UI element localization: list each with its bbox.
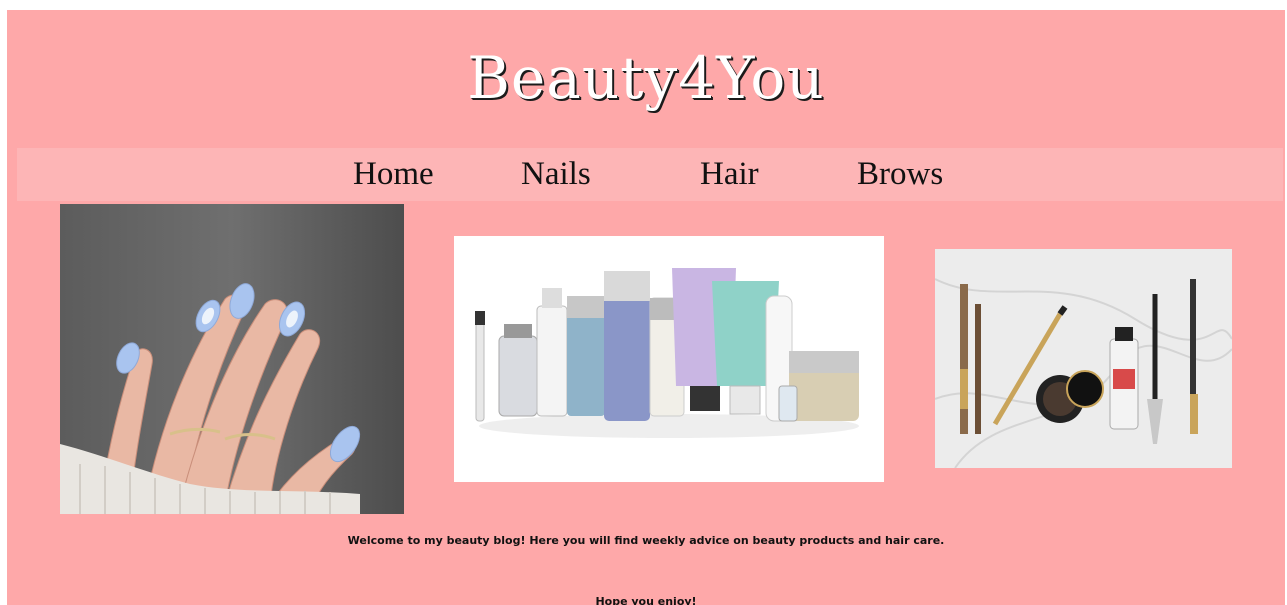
site-title: Beauty4You <box>467 44 825 112</box>
nav-home[interactable]: Home <box>353 156 434 193</box>
page-background: Beauty4You Home Nails Hair Brows Welcome… <box>7 10 1285 605</box>
nav-brows[interactable]: Brows <box>857 156 943 193</box>
nav-nails[interactable]: Nails <box>521 156 591 193</box>
closing-text: Hope you enjoy! <box>595 595 697 605</box>
nails-photo <box>60 204 404 514</box>
nav-bar: Home Nails Hair Brows <box>17 148 1283 201</box>
brow-products-photo <box>935 249 1232 468</box>
nav-hair[interactable]: Hair <box>700 156 759 193</box>
hair-products-photo <box>454 236 884 482</box>
welcome-text: Welcome to my beauty blog! Here you will… <box>347 534 945 547</box>
